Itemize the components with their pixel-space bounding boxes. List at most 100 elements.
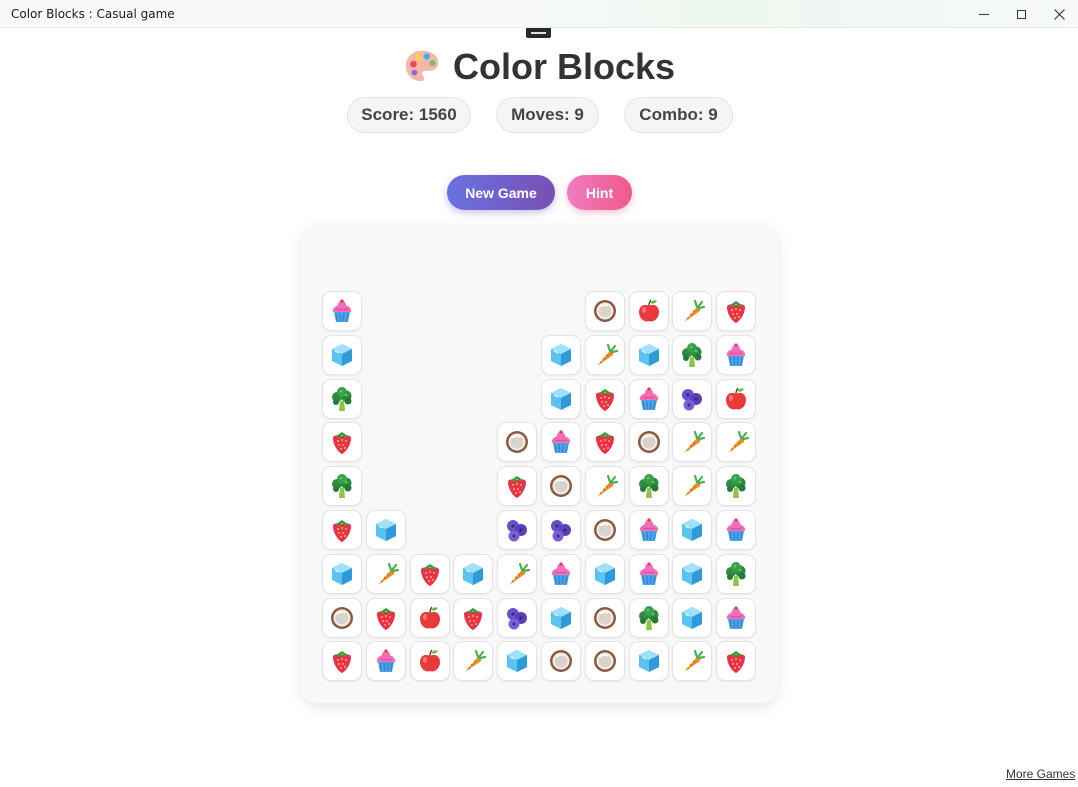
strawberry-icon <box>508 476 527 499</box>
tile-cupcake[interactable] <box>716 510 757 550</box>
tile-coconut[interactable] <box>497 422 538 463</box>
coconut-icon <box>550 475 572 498</box>
tile-strawberry[interactable] <box>716 641 757 682</box>
tile-strawberry[interactable] <box>584 422 625 463</box>
tile-ice-cube[interactable] <box>453 553 494 594</box>
minimize-button[interactable] <box>965 0 1003 28</box>
tile-ice-cube[interactable] <box>365 510 406 550</box>
tile-apple[interactable] <box>409 641 450 682</box>
tile-coconut[interactable] <box>541 466 581 507</box>
tile-ice-cube[interactable] <box>628 334 669 375</box>
tile-strawberry[interactable] <box>365 597 406 638</box>
tile-carrot[interactable] <box>672 641 713 682</box>
tile-ice-cube[interactable] <box>541 597 581 638</box>
strawberry-icon <box>727 651 746 674</box>
tile-carrot[interactable] <box>672 422 713 463</box>
tile-cupcake[interactable] <box>628 510 669 550</box>
ice-cube-icon <box>682 519 703 541</box>
tile-coconut[interactable] <box>584 291 625 331</box>
tile-carrot[interactable] <box>453 641 494 682</box>
strawberry-icon <box>595 388 614 411</box>
tile-blueberry[interactable] <box>672 378 713 419</box>
close-button[interactable] <box>1040 0 1078 28</box>
tile-carrot[interactable] <box>365 553 406 594</box>
tile-cupcake[interactable] <box>716 334 757 375</box>
more-games-link[interactable]: More Games <box>1006 767 1075 781</box>
tile-strawberry[interactable] <box>322 510 362 550</box>
strawberry-icon <box>376 607 395 630</box>
tile-coconut[interactable] <box>628 422 669 463</box>
ice-cube-icon <box>638 343 659 366</box>
tile-cupcake[interactable] <box>322 291 362 331</box>
tile-carrot[interactable] <box>672 466 713 507</box>
coconut-icon <box>593 519 616 541</box>
tile-coconut[interactable] <box>584 510 625 550</box>
tile-coconut[interactable] <box>541 641 581 682</box>
tile-ice-cube[interactable] <box>541 334 581 375</box>
carrot-icon <box>596 475 618 498</box>
tile-broccoli[interactable] <box>322 378 362 419</box>
tile-cupcake[interactable] <box>541 422 581 463</box>
tile-coconut[interactable] <box>584 641 625 682</box>
cupcake-icon <box>551 430 571 454</box>
tile-carrot[interactable] <box>497 553 538 594</box>
tile-blueberry[interactable] <box>497 597 538 638</box>
tile-strawberry[interactable] <box>409 553 450 594</box>
top-handle[interactable] <box>526 28 551 38</box>
title-text: Color Blocks <box>452 46 676 87</box>
tile-ice-cube[interactable] <box>628 641 669 682</box>
tile-broccoli[interactable] <box>628 466 669 507</box>
carrot-icon <box>465 650 487 673</box>
cupcake-icon <box>551 562 571 585</box>
tile-apple[interactable] <box>628 291 669 331</box>
tile-coconut[interactable] <box>322 597 362 638</box>
carrot-icon <box>509 562 531 585</box>
tile-ice-cube[interactable] <box>322 553 362 594</box>
page-title: Color Blocks <box>0 46 1078 88</box>
tile-apple[interactable] <box>716 378 757 419</box>
tile-carrot[interactable] <box>672 291 713 331</box>
maximize-button[interactable] <box>1002 0 1040 28</box>
tile-blueberry[interactable] <box>497 510 538 550</box>
tile-ice-cube[interactable] <box>322 334 362 375</box>
hint-button[interactable]: Hint <box>567 175 632 210</box>
tile-ice-cube[interactable] <box>672 553 713 594</box>
new-game-button[interactable]: New Game <box>447 175 555 210</box>
tile-broccoli[interactable] <box>716 466 757 507</box>
tile-cupcake[interactable] <box>716 597 757 638</box>
maximize-icon <box>1016 9 1026 19</box>
carrot-icon <box>684 299 706 322</box>
coconut-icon <box>637 431 660 454</box>
tile-strawberry[interactable] <box>322 422 362 463</box>
tile-ice-cube[interactable] <box>497 641 538 682</box>
tile-ice-cube[interactable] <box>672 597 713 638</box>
ice-cube-icon <box>638 650 659 673</box>
tile-broccoli[interactable] <box>672 334 713 375</box>
tile-cupcake[interactable] <box>628 378 669 419</box>
tile-carrot[interactable] <box>584 334 625 375</box>
tile-carrot[interactable] <box>584 466 625 507</box>
tile-strawberry[interactable] <box>497 466 538 507</box>
tile-ice-cube[interactable] <box>672 510 713 550</box>
tile-broccoli[interactable] <box>628 597 669 638</box>
tile-blueberry[interactable] <box>541 510 581 550</box>
carrot-icon <box>684 650 706 673</box>
cupcake-icon <box>639 386 658 410</box>
tile-broccoli[interactable] <box>322 466 362 507</box>
tile-carrot[interactable] <box>716 422 757 463</box>
tile-ice-cube[interactable] <box>584 553 625 594</box>
tile-strawberry[interactable] <box>322 641 362 682</box>
tile-apple[interactable] <box>409 597 450 638</box>
strawberry-icon <box>464 607 483 630</box>
carrot-icon <box>728 431 750 454</box>
tile-cupcake[interactable] <box>628 553 669 594</box>
tile-broccoli[interactable] <box>716 553 757 594</box>
ice-cube-icon <box>332 562 352 585</box>
tile-strawberry[interactable] <box>453 597 494 638</box>
tile-cupcake[interactable] <box>541 553 581 594</box>
tile-coconut[interactable] <box>584 597 625 638</box>
tile-cupcake[interactable] <box>365 641 406 682</box>
tile-ice-cube[interactable] <box>541 378 581 419</box>
tile-strawberry[interactable] <box>584 378 625 419</box>
tile-strawberry[interactable] <box>716 291 757 331</box>
